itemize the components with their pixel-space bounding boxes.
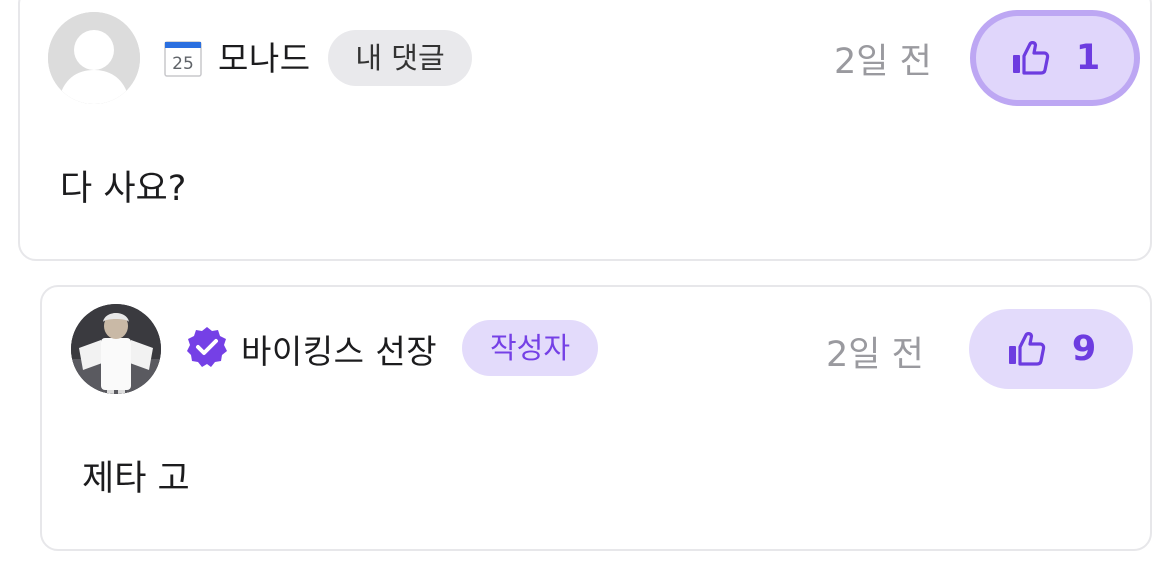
- author-name[interactable]: 모나드: [218, 32, 311, 80]
- timestamp: 2일 전: [826, 335, 924, 375]
- reply-card: 바이킹스 선장 작성자 2일 전 9 제타 고: [40, 285, 1152, 551]
- thumbs-up-icon: [1008, 332, 1046, 366]
- like-count: 9: [1071, 329, 1097, 369]
- comment-text: 다 사요?: [60, 169, 187, 209]
- my-comment-tag: 내 댓글: [328, 30, 472, 86]
- user-avatar[interactable]: [71, 304, 161, 394]
- default-avatar[interactable]: [48, 12, 140, 104]
- timestamp: 2일 전: [834, 42, 932, 82]
- profile-photo: [71, 304, 161, 394]
- like-button[interactable]: 1: [970, 10, 1140, 106]
- comment-text: 제타 고: [82, 459, 190, 499]
- comment-card: 25 모나드 내 댓글 2일 전 1 다 사요?: [18, 0, 1152, 261]
- like-count: 1: [1075, 38, 1101, 78]
- svg-text:25: 25: [172, 54, 194, 74]
- author-tag: 작성자: [462, 320, 598, 376]
- verified-badge-icon: [185, 325, 229, 369]
- calendar-icon: 25: [164, 39, 202, 77]
- person-silhouette-icon: [48, 12, 140, 104]
- like-button[interactable]: 9: [969, 309, 1133, 389]
- thumbs-up-icon: [1012, 41, 1050, 75]
- author-name[interactable]: 바이킹스 선장: [241, 325, 437, 373]
